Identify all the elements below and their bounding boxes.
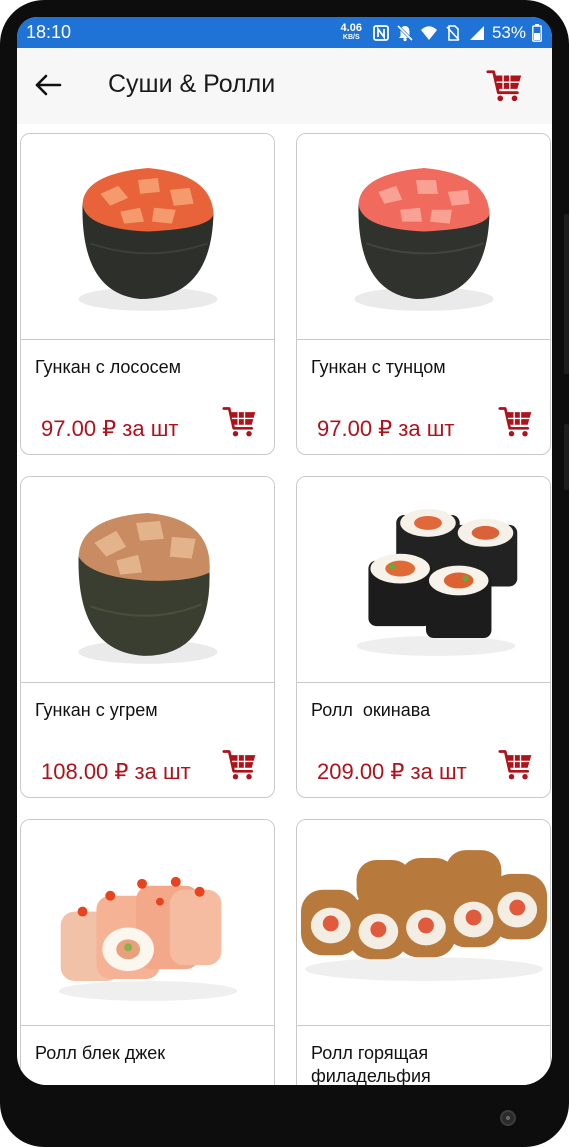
product-price: 209.00 ₽ за шт: [317, 759, 467, 784]
add-to-cart-icon[interactable]: [222, 747, 258, 783]
no-sim-icon: [446, 24, 460, 41]
app-bar: Суши & Ролли: [17, 48, 552, 124]
battery-icon: [532, 23, 542, 42]
product-image-gunkan-salmon: [21, 134, 274, 340]
product-card[interactable]: Ролл горящая филадельфия: [296, 819, 551, 1085]
add-to-cart-icon[interactable]: [498, 747, 534, 783]
network-speed-value: 4.06: [340, 21, 362, 34]
product-price: 108.00 ₽ за шт: [41, 759, 191, 784]
product-name: Гункан с угрем: [35, 700, 158, 720]
product-image-roll-hot-philadelphia: [297, 820, 550, 1026]
power-button: [564, 424, 569, 490]
product-card[interactable]: Ролл окинава 209.00 ₽ за шт: [296, 476, 551, 798]
product-card[interactable]: Гункан с тунцом 97.00 ₽ за шт: [296, 133, 551, 455]
signal-icon: [469, 25, 484, 40]
front-camera: [500, 1110, 516, 1126]
product-name: Ролл горящая филадельфия: [311, 1043, 431, 1085]
product-name: Ролл окинава: [311, 700, 431, 720]
screen: 18:10 4.06 KB/S 53% Суши & Ролли Гункан …: [17, 17, 552, 1085]
phone-frame: 18:10 4.06 KB/S 53% Суши & Ролли Гункан …: [0, 0, 569, 1147]
product-card[interactable]: Гункан с лососем 97.00 ₽ за шт: [20, 133, 275, 455]
product-price: 97.00 ₽ за шт: [317, 416, 455, 441]
product-name: Ролл блек джек: [35, 1043, 166, 1063]
product-card[interactable]: Гункан с угрем 108.00 ₽ за шт: [20, 476, 275, 798]
shopping-cart-icon[interactable]: [486, 67, 524, 105]
product-name: Гункан с тунцом: [311, 357, 446, 377]
arrow-left-icon[interactable]: [33, 70, 63, 100]
product-image-gunkan-tuna: [297, 134, 550, 340]
product-image-gunkan-eel: [21, 477, 274, 683]
product-image-roll-black-jack: [21, 820, 274, 1026]
volume-button: [564, 214, 569, 374]
product-name: Гункан с лососем: [35, 357, 182, 377]
nfc-icon: [373, 24, 389, 41]
product-grid: Гункан с лососем 97.00 ₽ за шт Гункан с …: [17, 124, 552, 1085]
status-icons: 4.06 KB/S 53%: [340, 21, 542, 43]
wifi-icon: [420, 25, 437, 40]
network-speed: 4.06 KB/S: [340, 21, 362, 42]
status-bar: 18:10 4.06 KB/S 53%: [17, 17, 552, 48]
product-price: 97.00 ₽ за шт: [41, 416, 179, 441]
add-to-cart-icon[interactable]: [498, 404, 534, 440]
mute-bell-icon: [396, 24, 414, 41]
add-to-cart-icon[interactable]: [222, 404, 258, 440]
network-speed-unit: KB/S: [342, 33, 360, 41]
product-card[interactable]: Ролл блек джек: [20, 819, 275, 1085]
battery-percent: 53%: [491, 22, 526, 42]
page-title: Суши & Ролли: [108, 70, 276, 98]
product-image-roll-okinawa: [297, 477, 550, 683]
status-time: 18:10: [26, 22, 72, 42]
